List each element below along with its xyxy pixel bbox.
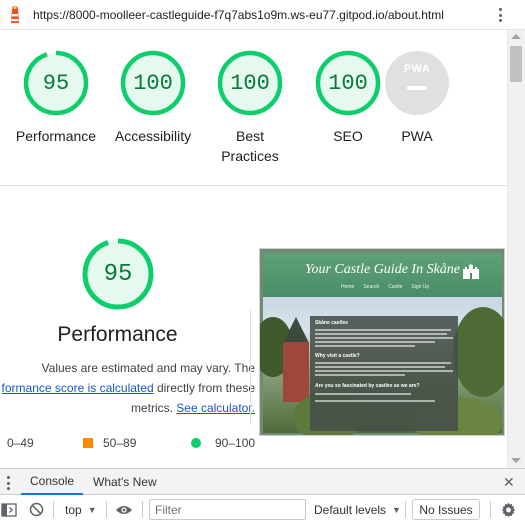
console-settings-gear-icon[interactable] bbox=[501, 502, 516, 517]
lighthouse-logo-icon bbox=[11, 6, 19, 23]
preview-header: Your Castle Guide In Skåne Home Search C… bbox=[263, 253, 502, 297]
context-selector[interactable]: top ▼ bbox=[65, 495, 97, 524]
pwa-label: PWA bbox=[401, 128, 433, 144]
accessibility-gauge[interactable]: 100 bbox=[120, 50, 186, 116]
context-selector-value: top bbox=[65, 502, 82, 517]
tab-console[interactable]: Console bbox=[21, 469, 84, 495]
seo-gauge[interactable]: 100 bbox=[315, 50, 381, 116]
best-practices-gauge[interactable]: 100 bbox=[217, 50, 283, 116]
performance-detail-score: 95 bbox=[103, 260, 133, 288]
close-drawer-icon[interactable]: ✕ bbox=[503, 475, 515, 489]
performance-gauge[interactable]: 95 bbox=[23, 50, 89, 116]
section-divider bbox=[0, 185, 507, 186]
pass-circle-icon bbox=[191, 438, 201, 448]
score-calculation-link[interactable]: formance score is calculated bbox=[2, 381, 154, 395]
average-square-icon bbox=[83, 438, 93, 448]
preview-nav-item: Castle bbox=[388, 284, 403, 290]
accessibility-label: Accessibility bbox=[114, 128, 192, 144]
preview-nav: Home Search Castle Sign Up bbox=[341, 284, 429, 290]
scroll-up-arrow-icon[interactable] bbox=[511, 34, 521, 39]
drawer-menu-icon[interactable] bbox=[7, 476, 11, 490]
tab-whats-new[interactable]: What's New bbox=[93, 469, 157, 495]
legend-pass: 90–100 bbox=[191, 436, 255, 450]
lighthouse-report-window: https://8000-moolleer-castleguide-f7q7ab… bbox=[0, 0, 525, 524]
devtools-drawer-tabbar: Console What's New ✕ bbox=[0, 468, 525, 495]
legend-average: 50–89 bbox=[83, 436, 136, 450]
preview-nav-item: Sign Up bbox=[411, 284, 430, 290]
description-line-3-prefix: metrics. bbox=[130, 401, 177, 415]
preview-castle-photo: Skåne castles Why visit a castle? Are yo… bbox=[260, 297, 504, 435]
legend-range-pass: 90–100 bbox=[215, 436, 256, 450]
performance-detail-gauge: 95 bbox=[82, 238, 154, 310]
log-levels-value: Default levels bbox=[314, 502, 387, 517]
legend-range-fail: 0–49 bbox=[7, 436, 34, 450]
performance-description: Values are estimated and may vary. The f… bbox=[0, 358, 255, 418]
preview-nav-item: Search bbox=[363, 284, 380, 290]
preview-heading: Why visit a castle? bbox=[315, 353, 360, 359]
legend-fail: 0–49 bbox=[7, 436, 34, 450]
description-line-1: Values are estimated and may vary. The bbox=[41, 361, 255, 375]
legend-range-average: 50–89 bbox=[103, 436, 137, 450]
best-practices-score: 100 bbox=[230, 70, 270, 96]
live-expression-eye-icon[interactable] bbox=[115, 504, 133, 516]
log-levels-dropdown[interactable]: Default levels ▼ bbox=[314, 495, 401, 524]
seo-score: 100 bbox=[328, 70, 368, 96]
best-practices-label: Best Practices bbox=[221, 128, 279, 164]
issues-count-label: No Issues bbox=[419, 502, 473, 517]
preview-heading: Are you so fascinated by castles as we a… bbox=[315, 383, 420, 389]
performance-score: 95 bbox=[42, 70, 70, 96]
clear-console-icon[interactable] bbox=[29, 502, 44, 517]
console-filter-input[interactable] bbox=[149, 499, 306, 520]
accessibility-score: 100 bbox=[133, 70, 173, 96]
address-bar: https://8000-moolleer-castleguide-f7q7ab… bbox=[0, 0, 525, 30]
preview-content-panel: Skåne castles Why visit a castle? Are yo… bbox=[310, 316, 458, 431]
see-calculator-link[interactable]: See calculator. bbox=[176, 401, 255, 415]
performance-detail-title: Performance bbox=[57, 323, 178, 346]
description-line-2-tail: directly from these bbox=[153, 381, 255, 395]
pwa-badge-text: PWA bbox=[403, 63, 431, 75]
chevron-down-icon: ▼ bbox=[87, 504, 97, 515]
issues-button[interactable]: No Issues bbox=[412, 499, 480, 520]
chevron-down-icon: ▼ bbox=[392, 504, 401, 515]
castle-icon bbox=[463, 263, 479, 279]
pwa-dash-icon bbox=[407, 86, 427, 90]
preview-heading: Skåne castles bbox=[315, 320, 349, 326]
scroll-down-arrow-icon[interactable] bbox=[511, 458, 521, 463]
scrollbar-thumb[interactable] bbox=[510, 46, 522, 82]
console-toolbar: top ▼ Default levels ▼ No Issues bbox=[0, 495, 525, 524]
description-line-2: formance score is calculated directly fr… bbox=[0, 378, 255, 398]
sidebar-toggle-icon[interactable] bbox=[1, 503, 17, 517]
preview-nav-item: Home bbox=[341, 284, 355, 290]
performance-label: Performance bbox=[15, 128, 97, 144]
pwa-badge[interactable] bbox=[385, 51, 449, 115]
description-line-3: metrics. See calculator. bbox=[0, 398, 255, 418]
vertical-separator bbox=[250, 310, 251, 425]
vertical-scrollbar[interactable] bbox=[507, 30, 525, 468]
final-screenshot-thumbnail[interactable]: Your Castle Guide In Skåne Home Search C… bbox=[259, 248, 505, 436]
more-options-icon[interactable] bbox=[493, 6, 507, 24]
url-text[interactable]: https://8000-moolleer-castleguide-f7q7ab… bbox=[33, 8, 444, 22]
